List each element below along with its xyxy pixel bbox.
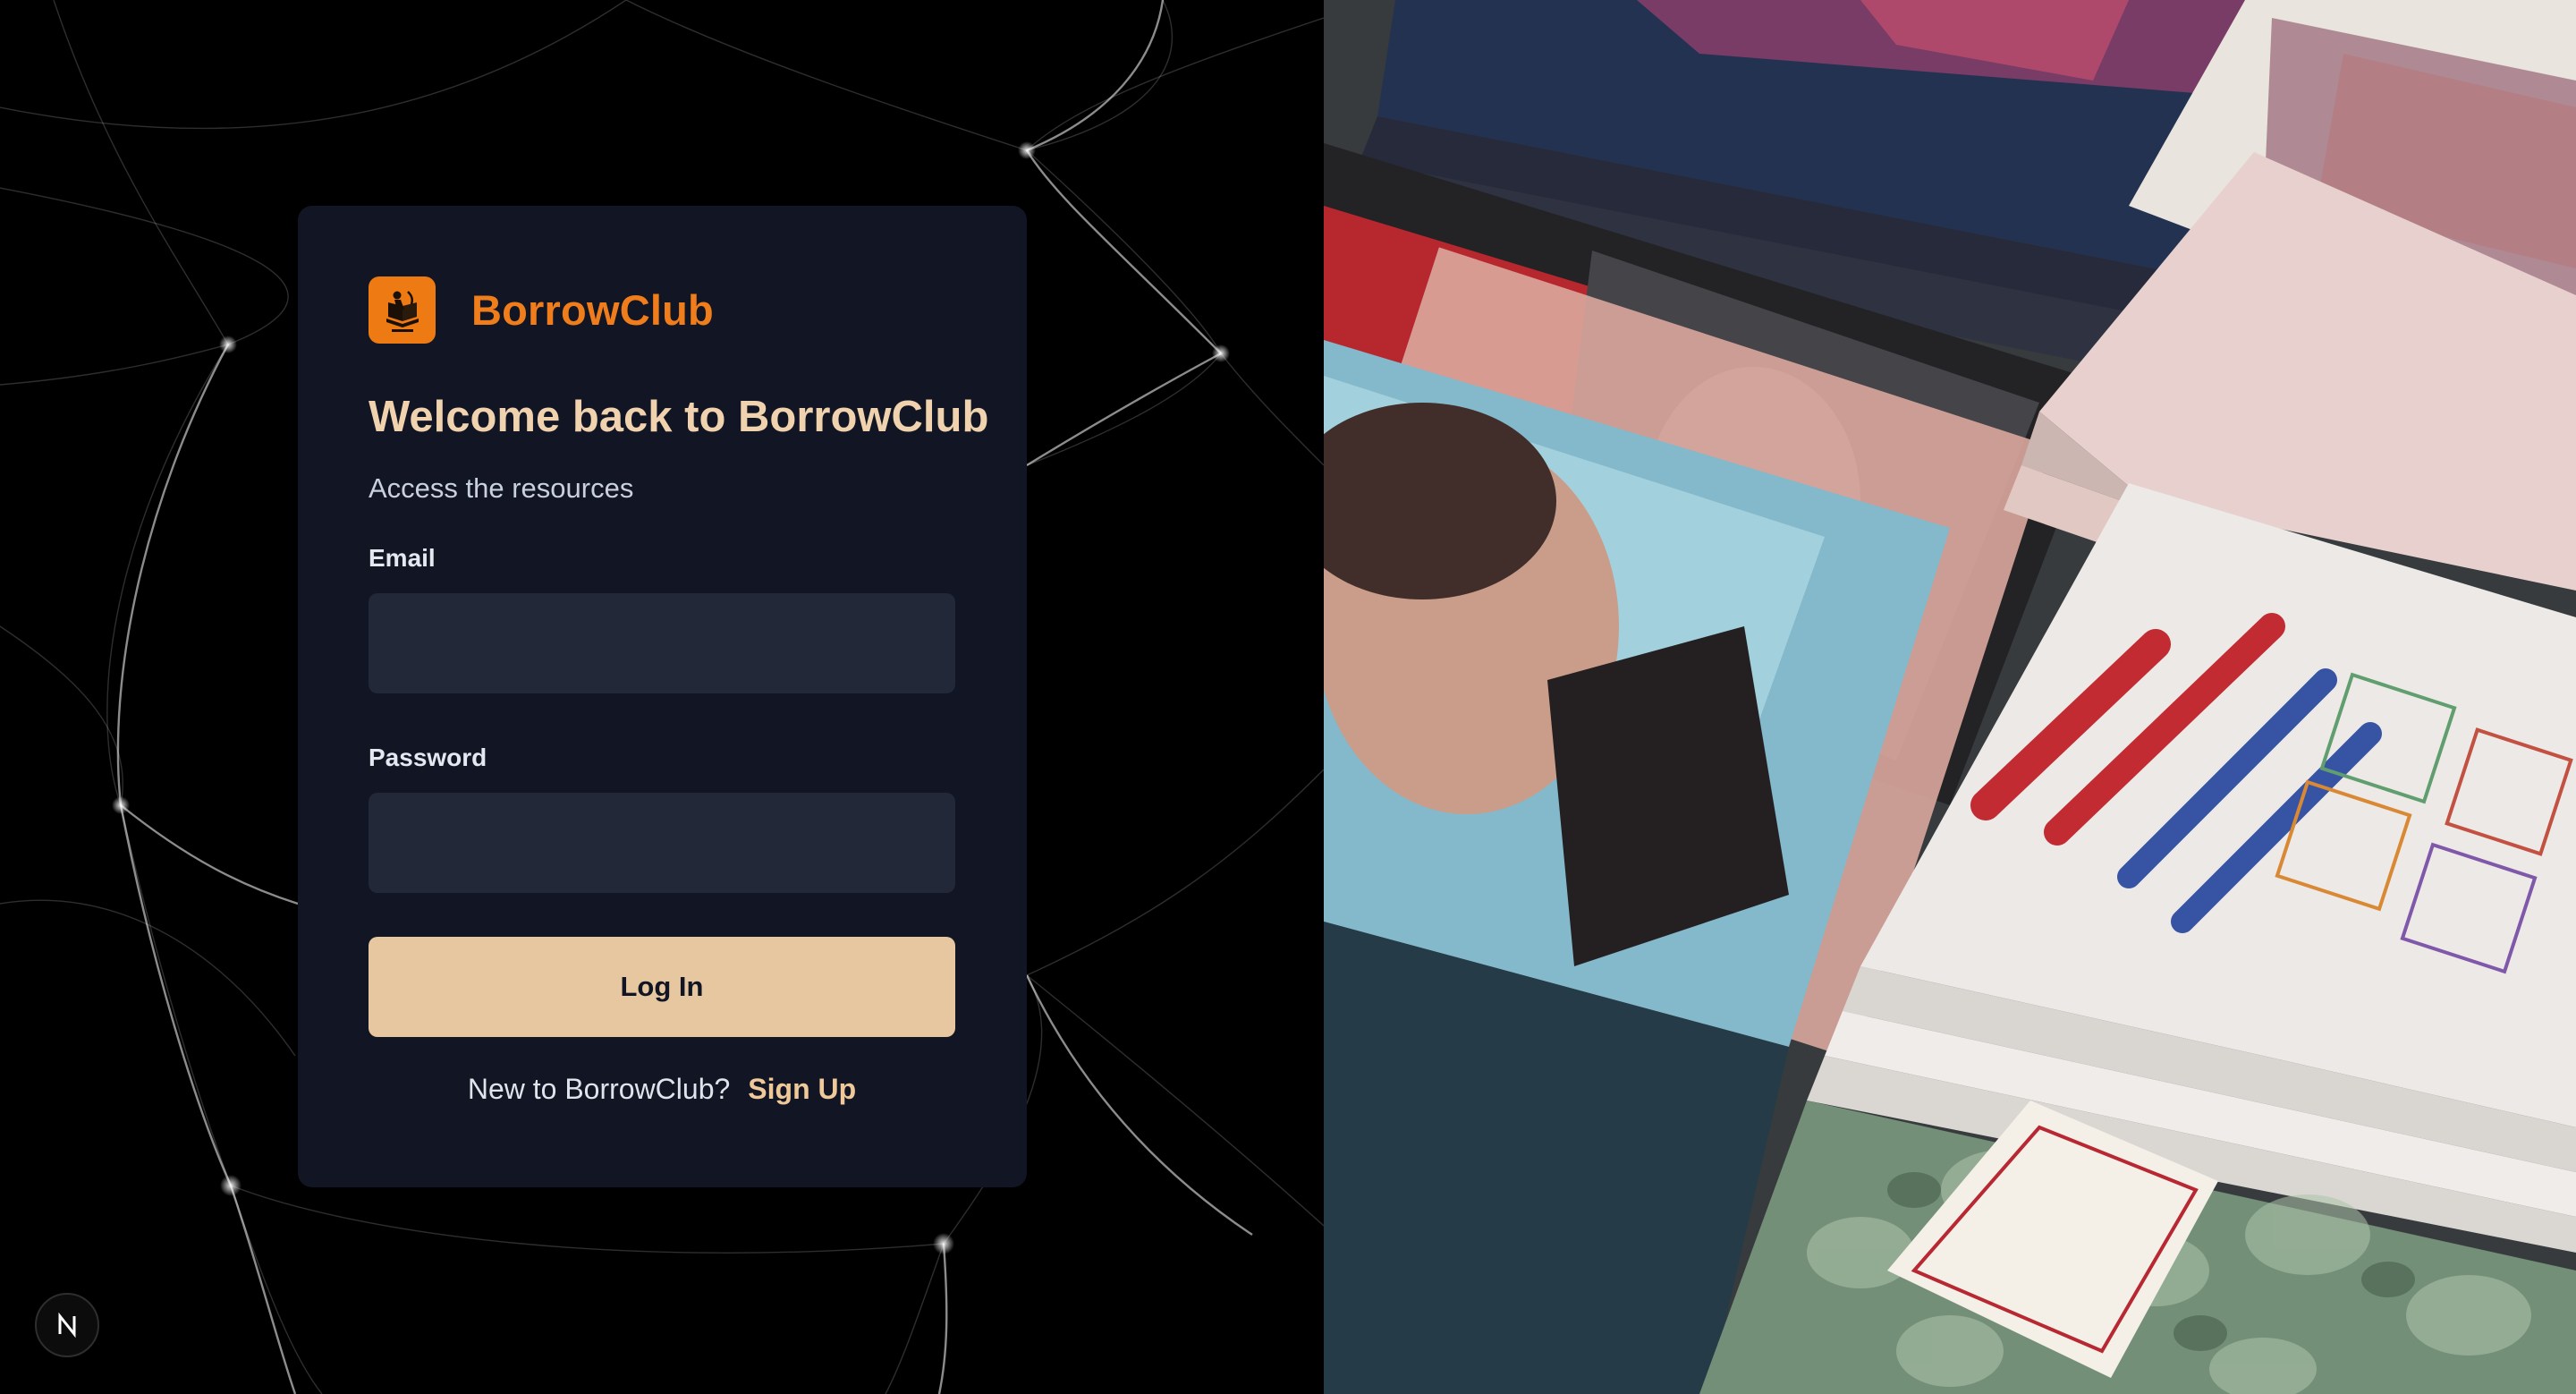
signup-link[interactable]: Sign Up <box>748 1073 856 1105</box>
page-subtitle: Access the resources <box>369 472 634 504</box>
nextjs-icon <box>58 1312 76 1339</box>
left-panel: BorrowClub Welcome back to BorrowClub Ac… <box>0 0 1324 1394</box>
page-title: Welcome back to BorrowClub <box>369 393 989 441</box>
password-label: Password <box>369 744 487 771</box>
login-card: BorrowClub Welcome back to BorrowClub Ac… <box>298 206 1027 1187</box>
login-button[interactable]: Log In <box>369 937 955 1037</box>
login-page: BorrowClub Welcome back to BorrowClub Ac… <box>0 0 2576 1394</box>
book-reader-icon <box>369 276 436 344</box>
stacked-books-photo <box>1324 0 2576 1394</box>
password-field[interactable] <box>369 793 955 893</box>
nextjs-devtools-button[interactable] <box>35 1293 99 1357</box>
signup-row: New to BorrowClub? Sign Up <box>369 1071 955 1107</box>
email-label: Email <box>369 544 436 572</box>
brand-name: BorrowClub <box>471 285 714 334</box>
brand-header: BorrowClub <box>369 276 955 344</box>
email-field[interactable] <box>369 593 955 693</box>
signup-prompt: New to BorrowClub? <box>467 1073 731 1105</box>
hero-image-panel <box>1324 0 2576 1394</box>
